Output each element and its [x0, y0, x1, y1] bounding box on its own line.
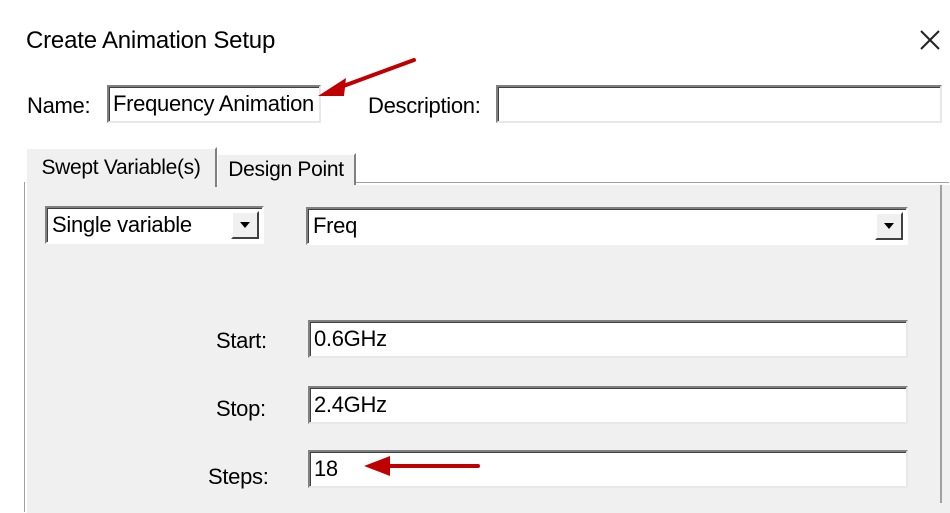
name-input[interactable]: [107, 85, 321, 123]
arrow-to-name-field: [318, 58, 416, 96]
variable-select[interactable]: Freq: [306, 207, 908, 245]
stop-input[interactable]: [308, 386, 908, 424]
name-label: Name:: [27, 93, 91, 118]
chevron-down-icon: [884, 223, 894, 229]
dialog-title: Create Animation Setup: [26, 27, 276, 54]
stop-label: Stop:: [216, 396, 266, 421]
tab-design-point-label: Design Point: [228, 158, 344, 181]
tab-design-point[interactable]: Design Point: [216, 153, 356, 185]
steps-input[interactable]: [308, 450, 908, 488]
description-input[interactable]: [496, 85, 942, 123]
variable-value: Freq: [313, 213, 358, 238]
sweep-mode-select[interactable]: Single variable: [45, 206, 264, 244]
tab-swept-variables-label: Swept Variable(s): [41, 156, 201, 179]
variable-dropdown-button[interactable]: [875, 212, 903, 240]
panel-edge: [940, 185, 942, 503]
sweep-mode-dropdown-button[interactable]: [231, 211, 259, 239]
tab-swept-variables[interactable]: Swept Variable(s): [25, 147, 217, 187]
close-icon: [920, 30, 940, 50]
steps-label: Steps:: [208, 464, 269, 489]
description-label: Description:: [368, 93, 481, 118]
close-button[interactable]: [912, 22, 948, 58]
sweep-mode-value: Single variable: [52, 212, 192, 237]
chevron-down-icon: [240, 222, 250, 228]
start-label: Start:: [216, 328, 267, 353]
start-input[interactable]: [308, 320, 908, 358]
